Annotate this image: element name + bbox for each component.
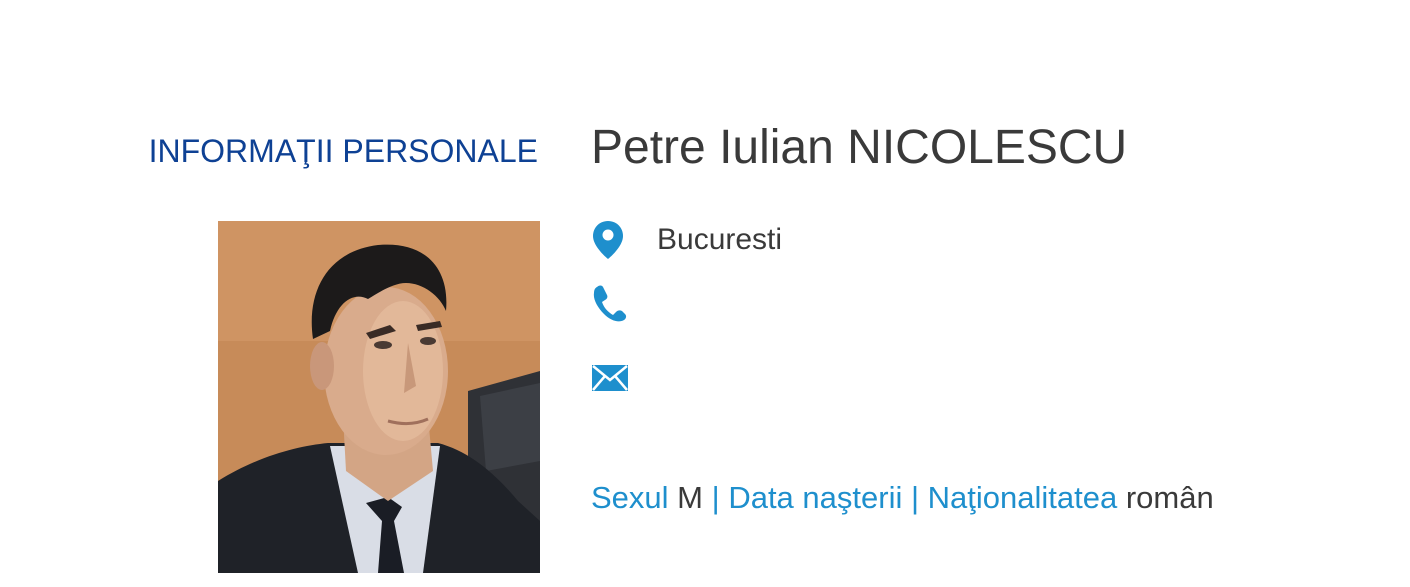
- nationality-value: român: [1125, 480, 1214, 515]
- email-row: [591, 358, 657, 398]
- europass-cv-page: INFORMAŢII PERSONALE Petre Iulian NICOLE…: [0, 0, 1410, 587]
- phone-icon: [591, 283, 631, 323]
- portrait-photo: [218, 221, 540, 573]
- sex-value: M: [677, 480, 703, 515]
- map-pin-icon: [591, 220, 631, 260]
- phone-row: [591, 283, 657, 323]
- section-heading: INFORMAŢII PERSONALE: [148, 133, 538, 169]
- location-value: Bucuresti: [657, 223, 783, 256]
- birth-date-label: Data naşterii: [728, 480, 903, 515]
- separator: |: [910, 480, 920, 515]
- person-name: Petre Iulian NICOLESCU: [591, 121, 1128, 174]
- sex-label: Sexul: [591, 480, 669, 515]
- separator: |: [711, 480, 720, 515]
- location-row: Bucuresti: [591, 220, 782, 260]
- envelope-icon: [591, 358, 631, 398]
- nationality-label: Naţionalitatea: [927, 480, 1118, 515]
- personal-details-line: Sexul M | Data naşterii | Naţionalitatea…: [591, 480, 1214, 516]
